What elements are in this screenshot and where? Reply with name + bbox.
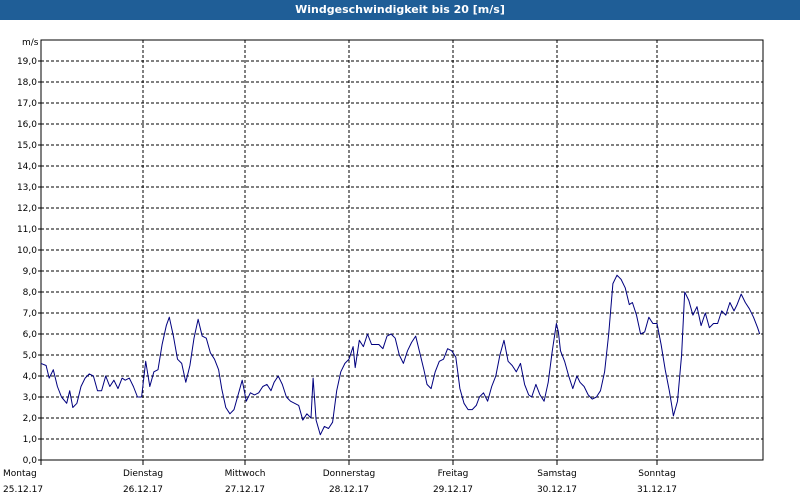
y-tick-label: 4,0 — [23, 372, 38, 382]
y-tick-label: 14,0 — [17, 162, 37, 172]
y-tick-label: 8,0 — [23, 288, 38, 298]
y-tick-label: 15,0 — [17, 141, 37, 151]
y-tick-label: 10,0 — [17, 246, 37, 256]
x-tick-day-label: Mittwoch — [225, 469, 266, 479]
y-tick-label: 17,0 — [17, 99, 37, 109]
y-axis-ticks: 0,0 1,0 2,0 3,0 4,0 5,0 6,0 7,0 8,0 9,0 10,0 11,0 12… — [17, 57, 41, 466]
y-tick-label: 7,0 — [23, 309, 38, 319]
y-tick-label: 3,0 — [23, 393, 38, 403]
x-tick-day-label: Sonntag — [638, 469, 675, 479]
x-tick-day-label: Freitag — [438, 469, 469, 479]
x-tick-day-label: Donnerstag — [323, 469, 376, 479]
y-tick-label: 1,0 — [23, 435, 38, 445]
y-tick-label: 5,0 — [23, 351, 38, 361]
y-tick-label: 18,0 — [17, 78, 37, 88]
x-tick-date-label: 26.12.17 — [123, 485, 163, 495]
y-tick-label: 0,0 — [23, 456, 38, 466]
wind-speed-line-chart: 0,0 1,0 2,0 3,0 4,0 5,0 6,0 7,0 8,0 9,0 10,0 11,0 12… — [3, 39, 764, 495]
x-tick-date-label: 29.12.17 — [433, 485, 473, 495]
y-tick-label: 2,0 — [23, 414, 38, 424]
x-tick-day-label: Samstag — [537, 469, 576, 479]
y-tick-label: 11,0 — [17, 225, 37, 235]
x-axis-ticks: Montag 25.12.17 Dienstag 26.12.17 Mittwoch 27… — [3, 460, 677, 495]
y-tick-label: 9,0 — [23, 267, 38, 277]
y-tick-label: 13,0 — [17, 183, 37, 193]
x-tick-date-label: 25.12.17 — [3, 485, 43, 495]
y-tick-label: 6,0 — [23, 330, 38, 340]
x-tick-date-label: 27.12.17 — [225, 485, 265, 495]
y-tick-label: 19,0 — [17, 57, 37, 67]
y-tick-label: 12,0 — [17, 204, 37, 214]
x-tick-day-label: Montag — [3, 469, 37, 479]
x-tick-date-label: 30.12.17 — [537, 485, 577, 495]
x-tick-date-label: 31.12.17 — [637, 485, 677, 495]
x-tick-date-label: 28.12.17 — [329, 485, 369, 495]
y-tick-label: 16,0 — [17, 120, 37, 130]
x-tick-day-label: Dienstag — [123, 469, 163, 479]
